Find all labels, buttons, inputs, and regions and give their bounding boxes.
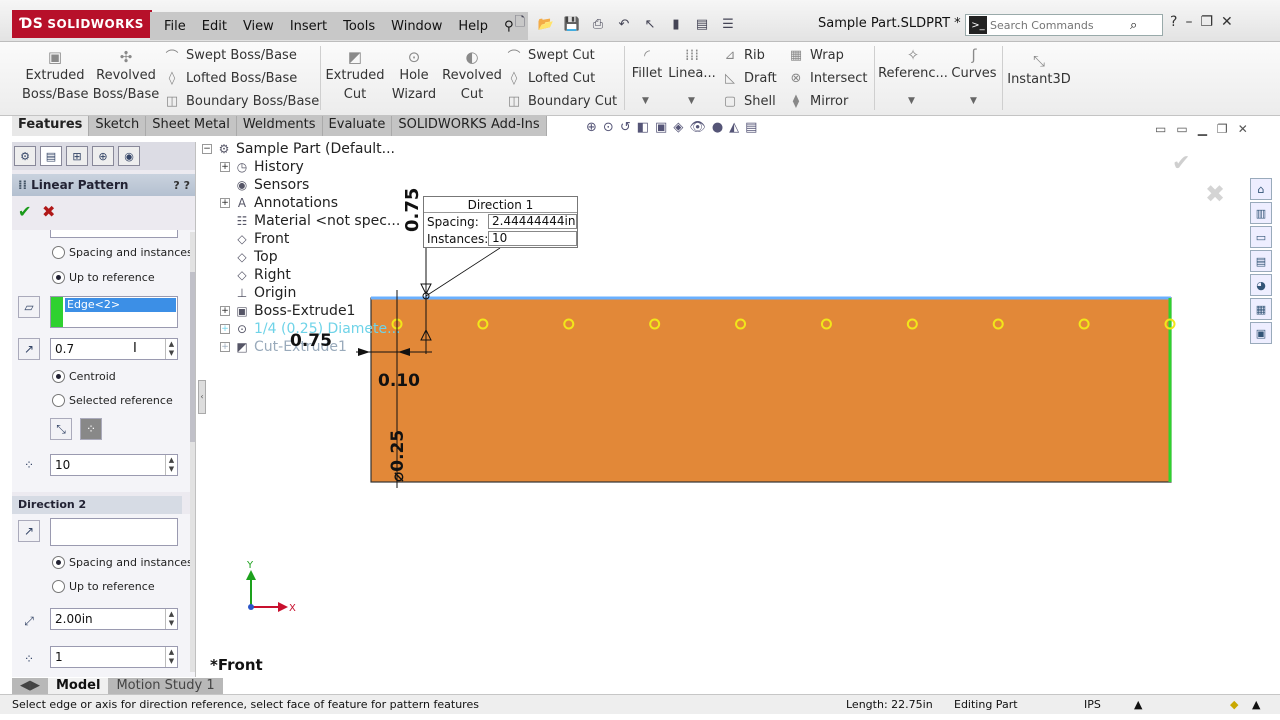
bottom-tabs: ◀▶ Model Motion Study 1: [12, 678, 223, 694]
callout-instances-value[interactable]: 10: [488, 231, 577, 246]
hole-icon: ⊙: [236, 322, 248, 336]
design-library-icon[interactable]: ▥: [1250, 202, 1272, 224]
tree-item-top-plane[interactable]: ◇ Top: [234, 249, 277, 265]
tag-icon[interactable]: ◆: [1230, 698, 1238, 711]
status-mode: Editing Part: [954, 698, 1018, 711]
callout-instances-row: Instances: 10: [424, 230, 577, 247]
custom-properties-icon[interactable]: ▦: [1250, 298, 1272, 320]
annotations-icon: A: [237, 196, 247, 210]
collapse-icon[interactable]: −: [202, 144, 212, 154]
task-pane-tabs: ⌂ ▥ ▭ ▤ ◕ ▦ ▣: [1250, 178, 1272, 344]
callout-title: Direction 1: [424, 197, 577, 213]
solidworks-window: ƊS SOLIDWORKS File Edit View Insert Tools…: [0, 0, 1280, 720]
dimension-horizontal-0-75[interactable]: 0.75: [290, 331, 332, 351]
tree-item-boss-extrude[interactable]: + ▣ Boss-Extrude1: [220, 303, 355, 319]
confirm-ok-icon[interactable]: ✔: [1172, 151, 1190, 176]
dimension-offset-0-10[interactable]: 0.10: [378, 371, 420, 391]
callout-leader-line: [425, 247, 501, 297]
dimension-diameter[interactable]: ⌀0.25: [388, 430, 408, 482]
status-overflow-icon[interactable]: ▲: [1252, 698, 1260, 711]
part-face[interactable]: [370, 297, 1172, 483]
triad-y-arrow: [246, 570, 256, 580]
expand-icon[interactable]: +: [220, 306, 230, 316]
boss-extrude-icon: ▣: [236, 304, 248, 318]
history-icon: ◷: [236, 160, 248, 174]
cut-extrude-icon: ◩: [236, 340, 248, 354]
triad-x-arrow: [278, 602, 288, 612]
confirm-cancel-icon[interactable]: ✖: [1205, 180, 1225, 208]
forum-icon[interactable]: ▣: [1250, 322, 1272, 344]
tree-item-sensors[interactable]: ◉ Sensors: [234, 177, 310, 193]
direction-1-callout: Direction 1 Spacing: 2.44444444in Instanc…: [423, 196, 578, 248]
plane-icon: ◇: [237, 232, 247, 246]
sensors-icon: ◉: [236, 178, 248, 192]
file-explorer-icon[interactable]: ▭: [1250, 226, 1272, 248]
expand-icon[interactable]: +: [220, 198, 230, 208]
material-icon: ☷: [236, 214, 248, 228]
status-length: Length: 22.75in: [846, 698, 933, 711]
callout-spacing-row: Spacing: 2.44444444in: [427, 214, 577, 229]
feature-manager-tree: − ⚙ Sample Part (Default... + ◷ History ◉ Sen…: [200, 140, 410, 360]
expand-icon[interactable]: +: [220, 162, 230, 172]
triad-y-label: Y: [246, 560, 254, 571]
view-orientation-label: *Front: [210, 656, 263, 674]
status-bar: Select edge or axis for direction refere…: [0, 694, 1280, 714]
part-icon: ⚙: [218, 142, 230, 156]
plane-icon: ◇: [237, 250, 247, 264]
graphics-area[interactable]: Y X ✔ ✖: [0, 0, 1280, 720]
tree-item-material[interactable]: ☷ Material <not spec...: [234, 213, 401, 229]
appearances-icon[interactable]: ◕: [1250, 274, 1272, 296]
tab-motion-study[interactable]: Motion Study 1: [108, 678, 222, 694]
callout-spacing-value[interactable]: 2.44444444in: [488, 214, 577, 229]
tab-model[interactable]: Model: [48, 678, 109, 694]
origin-icon: ⊥: [236, 286, 248, 300]
plane-icon: ◇: [237, 268, 247, 282]
tree-item-annotations[interactable]: + A Annotations: [220, 195, 338, 211]
tree-item-origin[interactable]: ⊥ Origin: [234, 285, 297, 301]
status-units[interactable]: IPS: [1084, 698, 1101, 711]
tree-item-history[interactable]: + ◷ History: [220, 159, 304, 175]
tree-item-part[interactable]: − ⚙ Sample Part (Default...: [202, 141, 395, 157]
status-message: Select edge or axis for direction refere…: [12, 698, 479, 711]
expand-icon[interactable]: +: [220, 324, 230, 334]
triad-x-label: X: [289, 603, 296, 614]
expand-icon[interactable]: +: [220, 342, 230, 352]
solidworks-resources-icon[interactable]: ⌂: [1250, 178, 1272, 200]
triad-origin: [248, 604, 254, 610]
view-palette-icon[interactable]: ▤: [1250, 250, 1272, 272]
tab-nav-icon[interactable]: ◀▶: [12, 678, 48, 694]
units-dropdown-icon[interactable]: ▲: [1134, 698, 1142, 711]
dimension-vertical-0-75[interactable]: 0.75: [402, 188, 423, 232]
tree-item-front-plane[interactable]: ◇ Front: [234, 231, 289, 247]
tree-item-right-plane[interactable]: ◇ Right: [234, 267, 291, 283]
